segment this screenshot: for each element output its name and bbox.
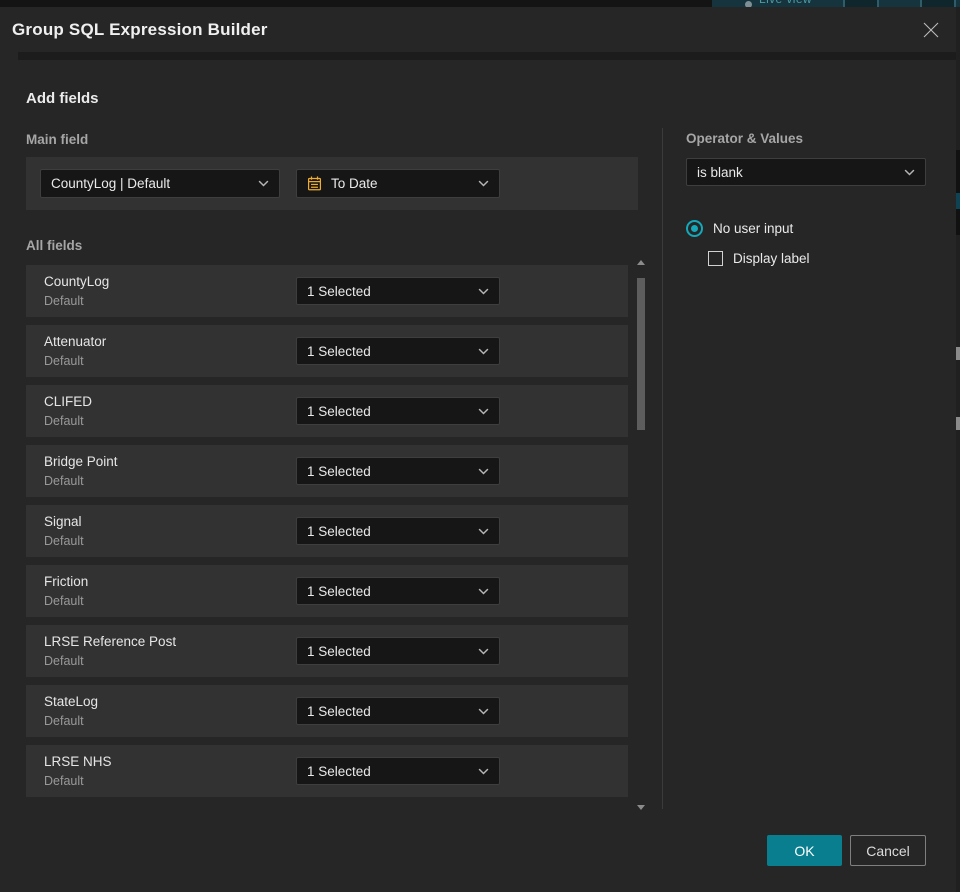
field-row-countylog: CountyLog Default 1 Selected: [26, 265, 628, 317]
chevron-down-icon: [478, 468, 489, 475]
toolbar-button-fragment: [843, 0, 879, 7]
main-field-panel: CountyLog | Default To Date: [26, 157, 638, 210]
all-fields-label: All fields: [26, 238, 83, 253]
operator-dropdown[interactable]: is blank: [686, 158, 926, 186]
chevron-down-icon: [904, 169, 915, 176]
operator-dropdown-value: is blank: [697, 164, 743, 180]
list-scrollbar[interactable]: [636, 258, 646, 812]
field-row-lrse-nhs: LRSE NHS Default 1 Selected: [26, 745, 628, 797]
chevron-down-icon: [478, 588, 489, 595]
field-selection-dropdown[interactable]: 1 Selected: [296, 517, 500, 545]
date-field-dropdown-value: To Date: [331, 176, 378, 191]
field-subtitle: Default: [44, 654, 84, 668]
display-label-checkbox[interactable]: Display label: [708, 251, 810, 266]
field-row-friction: Friction Default 1 Selected: [26, 565, 628, 617]
column-divider: [662, 128, 663, 809]
chevron-down-icon: [478, 288, 489, 295]
dialog-title: Group SQL Expression Builder: [12, 20, 268, 39]
scroll-up-icon[interactable]: [637, 260, 645, 265]
field-name: Attenuator: [44, 334, 107, 349]
field-subtitle: Default: [44, 354, 84, 368]
no-user-input-label: No user input: [713, 221, 794, 236]
field-selection-dropdown[interactable]: 1 Selected: [296, 397, 500, 425]
field-subtitle: Default: [44, 474, 84, 488]
field-selection-dropdown[interactable]: 1 Selected: [296, 457, 500, 485]
chevron-down-icon: [258, 180, 269, 187]
field-selection-dropdown[interactable]: 1 Selected: [296, 637, 500, 665]
field-name: CountyLog: [44, 274, 110, 289]
cancel-button[interactable]: Cancel: [850, 835, 926, 866]
field-name: Signal: [44, 514, 82, 529]
field-selection-dropdown[interactable]: 1 Selected: [296, 757, 500, 785]
date-field-dropdown[interactable]: To Date: [296, 169, 500, 198]
chevron-down-icon: [478, 180, 489, 187]
chevron-down-icon: [478, 768, 489, 775]
radio-selected-icon[interactable]: [686, 220, 703, 237]
header-divider: [18, 52, 956, 60]
main-field-dropdown-value: CountyLog | Default: [51, 176, 171, 191]
field-name: Friction: [44, 574, 89, 589]
field-subtitle: Default: [44, 294, 84, 308]
calendar-icon: [307, 176, 322, 191]
operator-values-label: Operator & Values: [686, 131, 804, 146]
all-fields-list: CountyLog Default 1 Selected Attenuator …: [26, 265, 628, 805]
field-subtitle: Default: [44, 534, 84, 548]
field-name: LRSE Reference Post: [44, 634, 177, 649]
field-selection-dropdown[interactable]: 1 Selected: [296, 697, 500, 725]
main-field-label: Main field: [26, 132, 89, 147]
field-row-attenuator: Attenuator Default 1 Selected: [26, 325, 628, 377]
field-subtitle: Default: [44, 414, 84, 428]
field-row-lrse-reference-post: LRSE Reference Post Default 1 Selected: [26, 625, 628, 677]
backdrop-right-edge: [956, 7, 960, 892]
field-name: LRSE NHS: [44, 754, 112, 769]
scroll-down-icon[interactable]: [637, 805, 645, 810]
field-name: Bridge Point: [44, 454, 118, 469]
no-user-input-radio[interactable]: No user input: [686, 220, 793, 237]
ok-button[interactable]: OK: [767, 835, 842, 866]
field-row-signal: Signal Default 1 Selected: [26, 505, 628, 557]
field-name: StateLog: [44, 694, 99, 709]
backdrop-toolbar: Live view: [712, 0, 960, 7]
field-subtitle: Default: [44, 594, 84, 608]
field-selection-dropdown[interactable]: 1 Selected: [296, 577, 500, 605]
field-row-clifed: CLIFED Default 1 Selected: [26, 385, 628, 437]
toolbar-button-fragment: [920, 0, 956, 7]
field-subtitle: Default: [44, 774, 84, 788]
field-selection-dropdown[interactable]: 1 Selected: [296, 277, 500, 305]
close-icon[interactable]: [922, 21, 940, 39]
field-subtitle: Default: [44, 714, 84, 728]
field-selection-dropdown[interactable]: 1 Selected: [296, 337, 500, 365]
live-view-label: Live view: [759, 0, 812, 6]
main-field-dropdown[interactable]: CountyLog | Default: [40, 169, 280, 198]
field-row-statelog: StateLog Default 1 Selected: [26, 685, 628, 737]
scrollbar-thumb[interactable]: [637, 278, 645, 430]
display-label-label: Display label: [733, 251, 810, 266]
chevron-down-icon: [478, 408, 489, 415]
chevron-down-icon: [478, 348, 489, 355]
chevron-down-icon: [478, 528, 489, 535]
group-sql-expression-builder-dialog: Group SQL Expression Builder Add fields …: [0, 7, 956, 892]
chevron-down-icon: [478, 648, 489, 655]
field-name: CLIFED: [44, 394, 93, 409]
checkbox-unchecked-icon[interactable]: [708, 251, 723, 266]
chevron-down-icon: [478, 708, 489, 715]
add-fields-heading: Add fields: [26, 90, 99, 107]
field-row-bridge-point: Bridge Point Default 1 Selected: [26, 445, 628, 497]
